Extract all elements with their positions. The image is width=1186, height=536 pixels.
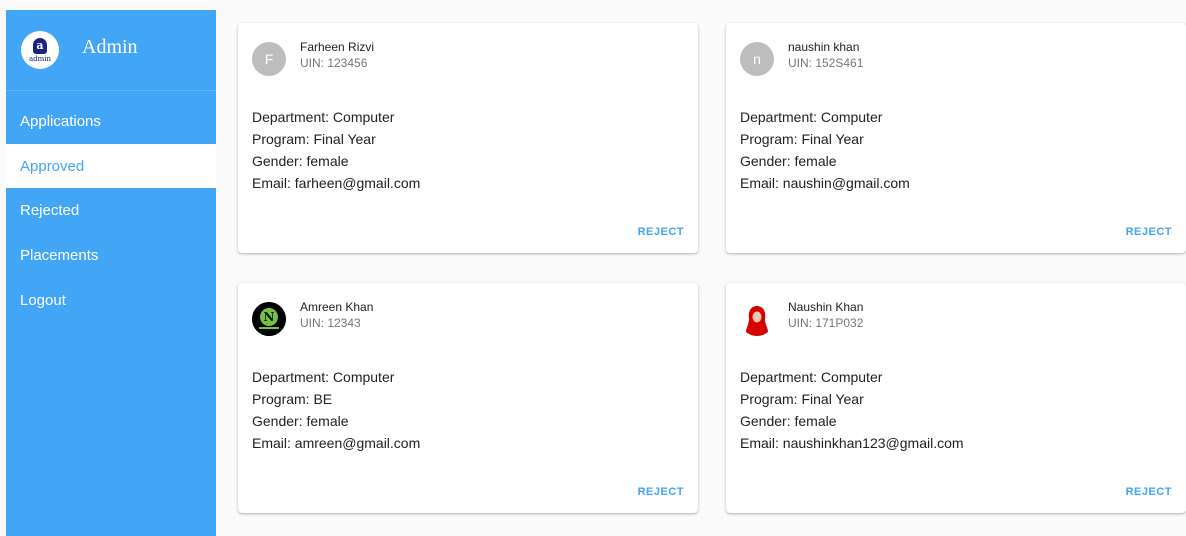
student-card: Naushin Khan UIN: 171P032 Department: Co…	[726, 283, 1186, 513]
card-details: Department: Computer Program: Final Year…	[740, 106, 910, 194]
student-card: N Amreen Khan UIN: 12343 Department: Com…	[238, 283, 698, 513]
department-text: Department: Computer	[252, 109, 395, 125]
student-name: Naushin Khan	[788, 300, 864, 314]
reject-button[interactable]: REJECT	[1126, 226, 1172, 238]
brand-header: a admin Admin	[6, 10, 216, 91]
email-text: Email: naushinkhan123@gmail.com	[740, 435, 964, 451]
student-uin: UIN: 152S461	[788, 56, 864, 70]
main-content: F Farheen Rizvi UIN: 123456 Department: …	[216, 0, 1186, 536]
card-header: N Amreen Khan UIN: 12343	[252, 299, 373, 336]
logo-mark: a	[33, 37, 47, 54]
card-details: Department: Computer Program: BE Gender:…	[252, 366, 420, 454]
avatar: F	[252, 42, 286, 76]
reject-button[interactable]: REJECT	[1126, 486, 1172, 498]
student-name: Farheen Rizvi	[300, 40, 375, 54]
student-uin: UIN: 123456	[300, 56, 368, 70]
card-header: Naushin Khan UIN: 171P032	[740, 299, 863, 336]
admin-logo: a admin	[21, 31, 59, 69]
card-header: F Farheen Rizvi UIN: 123456	[252, 39, 374, 76]
profile-photo-icon	[740, 302, 774, 336]
email-text: Email: naushin@gmail.com	[740, 175, 910, 191]
sidebar: a admin Admin Applications Approved Reje…	[6, 10, 216, 536]
program-text: Program: Final Year	[740, 391, 864, 407]
student-uin: UIN: 171P032	[788, 316, 864, 330]
email-text: Email: farheen@gmail.com	[252, 175, 421, 191]
student-uin: UIN: 12343	[300, 316, 361, 330]
department-text: Department: Computer	[252, 369, 395, 385]
card-details: Department: Computer Program: Final Year…	[740, 366, 964, 454]
sidebar-item-rejected[interactable]: Rejected	[6, 188, 216, 233]
sidebar-nav: Applications Approved Rejected Placement…	[6, 99, 216, 323]
reject-button[interactable]: REJECT	[638, 486, 684, 498]
email-text: Email: amreen@gmail.com	[252, 435, 421, 451]
student-name: Amreen Khan	[300, 300, 374, 314]
svg-text:N: N	[264, 310, 275, 324]
card-details: Department: Computer Program: Final Year…	[252, 106, 420, 194]
avatar: n	[740, 42, 774, 76]
program-text: Program: Final Year	[252, 131, 376, 147]
program-text: Program: Final Year	[740, 131, 864, 147]
gender-text: Gender: female	[740, 153, 837, 169]
sidebar-item-logout[interactable]: Logout	[6, 278, 216, 323]
program-text: Program: BE	[252, 391, 333, 407]
department-text: Department: Computer	[740, 369, 883, 385]
sidebar-item-placements[interactable]: Placements	[6, 233, 216, 278]
student-card: F Farheen Rizvi UIN: 123456 Department: …	[238, 23, 698, 253]
reject-button[interactable]: REJECT	[638, 226, 684, 238]
brand-title: Admin	[82, 35, 138, 58]
app-root: a admin Admin Applications Approved Reje…	[0, 0, 1186, 536]
gender-text: Gender: female	[740, 413, 837, 429]
gender-text: Gender: female	[252, 153, 349, 169]
gender-text: Gender: female	[252, 413, 349, 429]
logo-text: admin	[28, 54, 52, 63]
student-card: n naushin khan UIN: 152S461 Department: …	[726, 23, 1186, 253]
sidebar-item-applications[interactable]: Applications	[6, 99, 216, 144]
student-name: naushin khan	[788, 40, 860, 54]
card-header: n naushin khan UIN: 152S461	[740, 39, 863, 76]
profile-photo-icon: N	[252, 302, 286, 336]
sidebar-item-approved[interactable]: Approved	[6, 144, 216, 188]
department-text: Department: Computer	[740, 109, 883, 125]
